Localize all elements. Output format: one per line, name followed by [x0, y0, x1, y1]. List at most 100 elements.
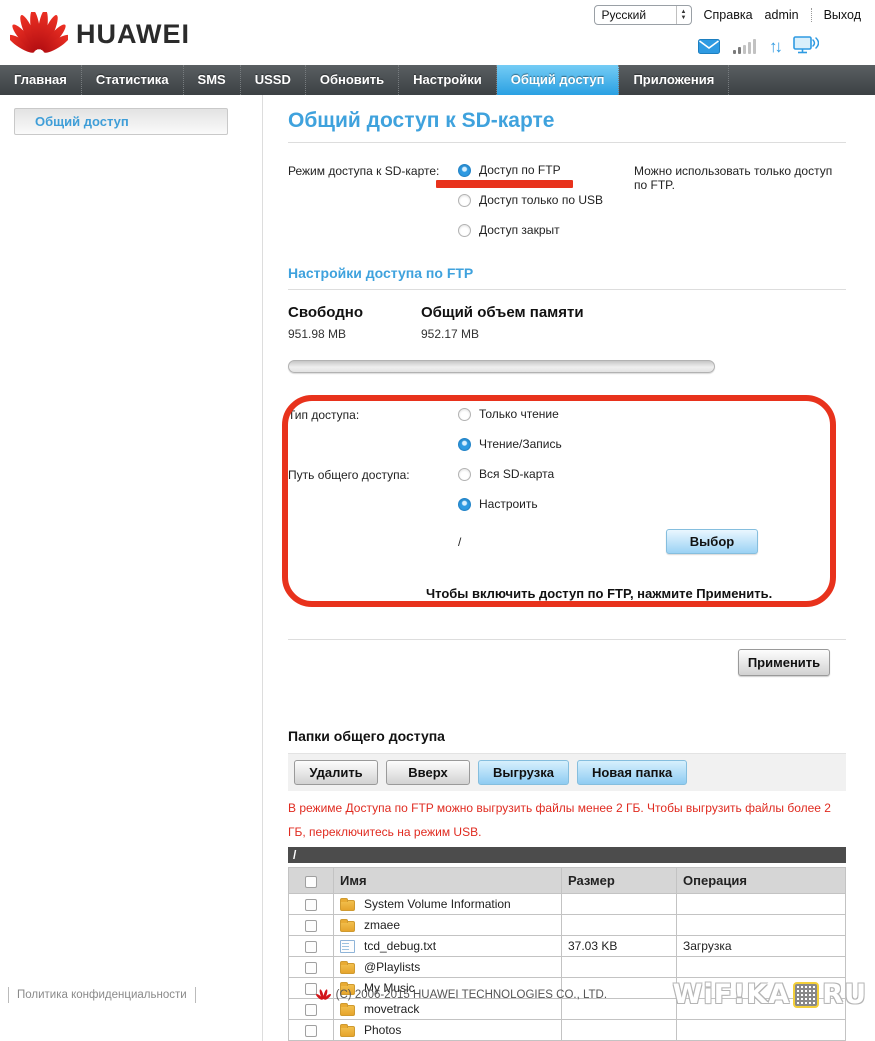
page-title: Общий доступ к SD-карте: [288, 109, 846, 143]
nav-tab[interactable]: Обновить: [306, 65, 399, 95]
toolbar-button[interactable]: Новая папка: [577, 760, 687, 785]
table-row[interactable]: zmaee: [289, 915, 846, 936]
table-row[interactable]: tcd_debug.txt 37.03 KB Загрузка: [289, 936, 846, 957]
radio-icon[interactable]: [458, 224, 471, 237]
files-table: Имя Размер Операция System Volume Infor: [288, 867, 846, 1041]
sidebar-item-sharing[interactable]: Общий доступ: [14, 108, 228, 135]
sidebar-item-label: Общий доступ: [35, 114, 129, 129]
toolbar-button[interactable]: Вверх: [386, 760, 470, 785]
radio-option[interactable]: Вся SD-карта: [458, 467, 634, 481]
monitor-wifi-icon[interactable]: [793, 36, 819, 54]
radio-option[interactable]: Чтение/Запись: [458, 437, 634, 451]
radio-option[interactable]: Только чтение: [458, 407, 634, 421]
radio-icon[interactable]: [458, 438, 471, 451]
wifika-logo-text1: WiF!KA: [673, 979, 791, 1010]
row-checkbox[interactable]: [305, 962, 317, 974]
file-name[interactable]: @Playlists: [364, 960, 420, 974]
nav-tab-label: Настройки: [413, 72, 482, 87]
row-checkbox[interactable]: [305, 899, 317, 911]
radio-option[interactable]: Доступ закрыт: [458, 223, 634, 237]
nav-tab[interactable]: Приложения: [619, 65, 729, 95]
privacy-link[interactable]: Политика конфиденциальности: [8, 987, 196, 1003]
wifika-logo-text2: RU: [822, 979, 867, 1010]
share-path-label: Путь общего доступа:: [288, 467, 458, 527]
nav-tab[interactable]: Общий доступ: [497, 65, 620, 95]
radio-label: Только чтение: [479, 407, 559, 421]
access-type-options: Только чтение Чтение/Запись: [458, 407, 634, 467]
file-size: [562, 957, 677, 978]
access-mode-note: Можно использовать только доступ по FTP.: [634, 163, 846, 253]
radio-option[interactable]: Настроить: [458, 497, 634, 511]
table-row[interactable]: System Volume Information: [289, 894, 846, 915]
free-value: 951.98 MB: [288, 327, 421, 341]
radio-icon[interactable]: [458, 498, 471, 511]
total-label: Общий объем памяти: [421, 304, 584, 321]
row-checkbox[interactable]: [305, 920, 317, 932]
brand-name: HUAWEI: [76, 19, 190, 50]
radio-option[interactable]: Доступ только по USB: [458, 193, 634, 207]
file-name[interactable]: Photos: [364, 1023, 401, 1037]
toolbar-button[interactable]: Выгрузка: [478, 760, 569, 785]
main-panel: Общий доступ к SD-карте Режим доступа к …: [262, 95, 875, 1041]
nav-tab[interactable]: USSD: [241, 65, 306, 95]
file-size: [562, 915, 677, 936]
share-path-value: /: [458, 535, 461, 549]
file-name[interactable]: System Volume Information: [364, 897, 511, 911]
language-select[interactable]: Русский ▲▼: [594, 5, 692, 25]
toolbar-button[interactable]: Удалить: [294, 760, 378, 785]
nav-tab[interactable]: Статистика: [82, 65, 184, 95]
header: HUAWEI Русский ▲▼ Справка admin Выход ↑↓: [0, 0, 875, 65]
huawei-flower-icon: [10, 12, 68, 56]
radio-icon[interactable]: [458, 164, 471, 177]
access-type-label: Тип доступа:: [288, 407, 458, 467]
choose-button[interactable]: Выбор: [666, 529, 758, 554]
file-size: 37.03 KB: [562, 936, 677, 957]
file-name[interactable]: tcd_debug.txt: [364, 939, 436, 953]
select-stepper-icon: ▲▼: [676, 6, 691, 24]
radio-icon[interactable]: [458, 468, 471, 481]
current-path-bar: /: [288, 847, 846, 863]
file-name[interactable]: zmaee: [364, 918, 400, 932]
file-size: [562, 1020, 677, 1041]
ftp-form: Тип доступа: Только чтение Чтение/Запись: [288, 407, 846, 601]
signal-bars-icon: [733, 39, 756, 54]
toolbar-button-label: Новая папка: [592, 765, 672, 780]
row-checkbox[interactable]: [305, 941, 317, 953]
total-value: 952.17 MB: [421, 327, 584, 341]
ftp-size-warning: В режиме Доступа по FTP можно выгрузить …: [288, 796, 846, 844]
share-path-options: Вся SD-карта Настроить: [458, 467, 634, 527]
radio-icon[interactable]: [458, 194, 471, 207]
radio-option[interactable]: Доступ по FTP: [458, 163, 634, 177]
main-nav: Главная Статистика SMS USSD Обновить Нас…: [0, 65, 875, 95]
toolbar-button-label: Удалить: [309, 765, 362, 780]
file-type-icon: [340, 921, 355, 932]
radio-label: Доступ закрыт: [479, 223, 560, 237]
apply-button[interactable]: Применить: [738, 649, 830, 676]
file-operation: [677, 894, 846, 915]
folders-heading: Папки общего доступа: [288, 728, 846, 753]
nav-tab[interactable]: Главная: [0, 65, 82, 95]
nav-tab-label: Обновить: [320, 72, 384, 87]
radio-icon[interactable]: [458, 408, 471, 421]
select-all-checkbox[interactable]: [305, 876, 317, 888]
table-row[interactable]: Photos: [289, 1020, 846, 1041]
folders-toolbar: Удалить Вверх Выгрузка Новая папка: [288, 753, 846, 791]
file-type-icon: [340, 940, 355, 953]
row-checkbox[interactable]: [305, 1025, 317, 1037]
nav-tab[interactable]: SMS: [184, 65, 241, 95]
radio-label: Доступ только по USB: [479, 193, 603, 207]
files-table-header: Имя Размер Операция: [289, 868, 846, 894]
envelope-icon[interactable]: [698, 39, 720, 54]
logout-link[interactable]: Выход: [811, 8, 861, 22]
user-link[interactable]: admin: [765, 8, 799, 22]
storage-progress-bar: [288, 360, 715, 373]
nav-tab[interactable]: Настройки: [399, 65, 497, 95]
help-link[interactable]: Справка: [704, 8, 753, 22]
nav-tab-label: SMS: [198, 72, 226, 87]
apply-note: Чтобы включить доступ по FTP, нажмите Пр…: [426, 586, 846, 601]
sidebar: Общий доступ: [0, 95, 262, 1041]
table-row[interactable]: @Playlists: [289, 957, 846, 978]
column-name: Имя: [334, 868, 562, 894]
nav-tab-label: Статистика: [96, 72, 169, 87]
toolbar-button-label: Вверх: [408, 765, 447, 780]
